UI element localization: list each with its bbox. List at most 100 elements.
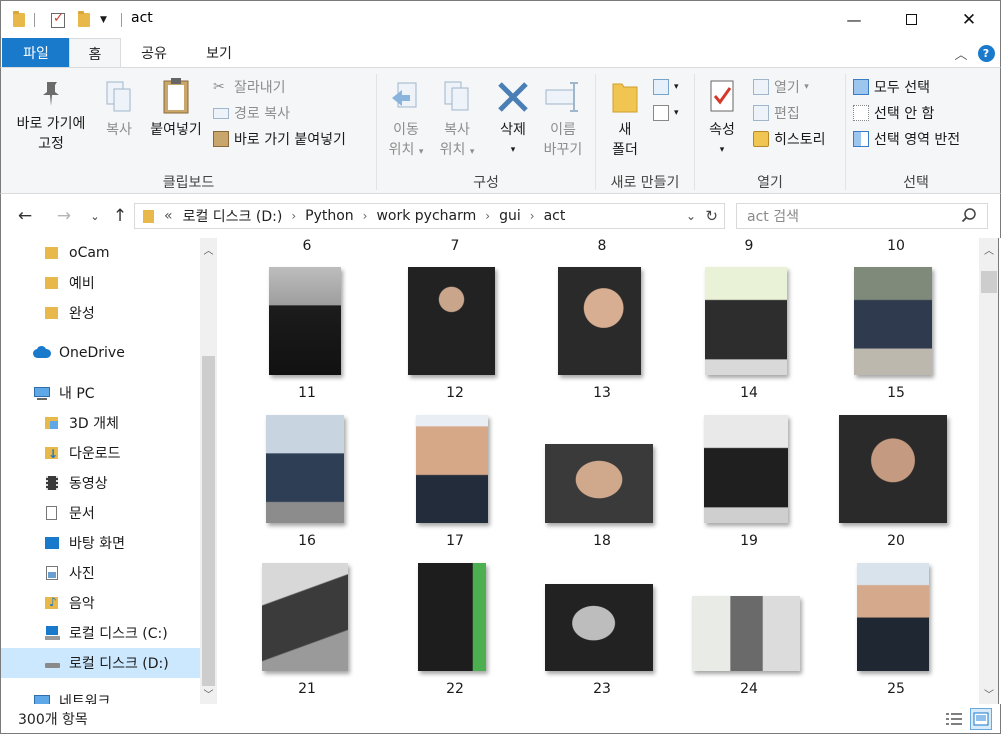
delete-button[interactable]: 삭제 ▾ xyxy=(491,80,535,160)
sidebar-item-onedrive[interactable]: OneDrive xyxy=(1,338,200,368)
forward-arrow-icon[interactable]: → xyxy=(52,204,76,228)
file-name[interactable]: 17 xyxy=(405,533,505,549)
file-name[interactable]: 19 xyxy=(699,533,799,549)
close-icon[interactable]: ✕ xyxy=(946,1,992,38)
open-button[interactable]: 열기 ▾ xyxy=(753,76,809,98)
image-thumbnail[interactable] xyxy=(857,563,929,671)
address-bar[interactable]: « 로컬 디스크 (D:) › Python › work pycharm › … xyxy=(134,203,725,229)
image-thumbnail[interactable] xyxy=(705,267,787,375)
chevron-right-icon[interactable]: › xyxy=(363,209,368,223)
sidebar-scrollbar[interactable]: ︿ ﹀ xyxy=(200,238,217,704)
search-input[interactable]: act 검색 xyxy=(736,203,988,229)
sidebar-item-pictures[interactable]: 사진 xyxy=(1,558,200,588)
breadcrumb-item[interactable]: work pycharm xyxy=(376,208,476,224)
sidebar-item-downloads[interactable]: ↓ 다운로드 xyxy=(1,438,200,468)
pin-quick-access-button[interactable]: 바로 가기에 고정 xyxy=(7,80,95,154)
file-name[interactable]: 13 xyxy=(552,385,652,401)
sidebar-item-documents[interactable]: 문서 xyxy=(1,498,200,528)
sidebar-item-network[interactable]: 네트워크 xyxy=(1,686,200,704)
file-name[interactable]: 14 xyxy=(699,385,799,401)
invert-selection-button[interactable]: 선택 영역 반전 xyxy=(853,128,960,150)
image-thumbnail[interactable] xyxy=(854,267,932,375)
file-name[interactable]: 12 xyxy=(405,385,505,401)
image-thumbnail[interactable] xyxy=(416,415,488,523)
file-name[interactable]: 16 xyxy=(257,533,357,549)
sidebar-item-desktop[interactable]: 바탕 화면 xyxy=(1,528,200,558)
minimize-icon[interactable]: — xyxy=(831,1,877,38)
image-thumbnail[interactable] xyxy=(692,596,800,671)
file-name[interactable]: 24 xyxy=(699,681,799,697)
sidebar-item-this-pc[interactable]: 내 PC xyxy=(1,378,200,408)
tab-file[interactable]: 파일 xyxy=(2,38,70,67)
file-name[interactable]: 25 xyxy=(846,681,946,697)
properties-quick-icon[interactable] xyxy=(51,10,65,30)
file-name[interactable]: 10 xyxy=(846,238,946,254)
select-none-button[interactable]: 선택 안 함 xyxy=(853,102,934,124)
image-thumbnail[interactable] xyxy=(408,267,495,375)
rename-button[interactable]: 이름 바꾸기 xyxy=(538,80,588,160)
file-name[interactable]: 9 xyxy=(699,238,799,254)
breadcrumb-item[interactable]: Python xyxy=(305,208,354,224)
tab-share[interactable]: 공유 xyxy=(126,38,182,67)
history-button[interactable]: 히스토리 xyxy=(753,128,826,150)
scroll-up-icon[interactable]: ︿ xyxy=(979,240,999,258)
file-view-scroll-thumb[interactable] xyxy=(981,271,997,293)
up-arrow-icon[interactable]: ↑ xyxy=(108,204,132,228)
collapse-ribbon-icon[interactable]: ︿ xyxy=(951,43,971,63)
copy-path-button[interactable]: 경로 복사 xyxy=(213,102,290,124)
address-overflow[interactable]: « xyxy=(164,208,173,224)
file-name[interactable]: 18 xyxy=(552,533,652,549)
large-icons-view-icon[interactable] xyxy=(970,708,992,730)
maximize-icon[interactable] xyxy=(888,1,934,38)
image-thumbnail[interactable] xyxy=(545,444,653,523)
back-arrow-icon[interactable]: ← xyxy=(13,204,37,228)
sidebar-item-3d-objects[interactable]: 3D 개체 xyxy=(1,408,200,438)
scroll-up-icon[interactable]: ︿ xyxy=(200,240,217,258)
file-name[interactable]: 11 xyxy=(257,385,357,401)
paste-button[interactable]: 붙여넣기 xyxy=(144,76,208,140)
customize-quick-access-icon[interactable]: ▼ xyxy=(100,10,107,30)
sidebar-scroll-thumb[interactable] xyxy=(202,356,215,686)
breadcrumb-item[interactable]: 로컬 디스크 (D:) xyxy=(183,206,283,226)
new-folder-button[interactable]: 새 폴더 xyxy=(603,76,647,160)
image-thumbnail[interactable] xyxy=(262,563,348,671)
scroll-down-icon[interactable]: ﹀ xyxy=(200,684,217,702)
breadcrumb-item[interactable]: act xyxy=(544,208,566,224)
edit-button[interactable]: 편집 xyxy=(753,102,800,124)
sidebar-item-yebi[interactable]: 예비 xyxy=(1,268,200,298)
image-thumbnail[interactable] xyxy=(269,267,341,375)
sidebar-item-music[interactable]: ♪ 음악 xyxy=(1,588,200,618)
image-thumbnail[interactable] xyxy=(266,415,344,523)
file-view-scrollbar[interactable]: ︿ ﹀ xyxy=(979,238,999,704)
easy-access-button[interactable]: ▾ xyxy=(653,102,679,124)
move-to-button[interactable]: 이동 위치 ▾ xyxy=(382,80,430,162)
image-thumbnail[interactable] xyxy=(704,415,788,523)
image-thumbnail[interactable] xyxy=(545,584,653,671)
image-thumbnail[interactable] xyxy=(839,415,947,523)
delete-dropdown-icon[interactable]: ▾ xyxy=(491,140,535,160)
sidebar-item-ocam[interactable]: oCam xyxy=(1,238,200,268)
file-name[interactable]: 22 xyxy=(405,681,505,697)
copy-to-button[interactable]: 복사 위치 ▾ xyxy=(433,80,481,162)
select-all-button[interactable]: 모두 선택 xyxy=(853,76,930,98)
file-name[interactable]: 7 xyxy=(405,238,505,254)
file-name[interactable]: 15 xyxy=(846,385,946,401)
paste-shortcut-button[interactable]: 바로 가기 붙여넣기 xyxy=(213,128,346,150)
file-name[interactable]: 20 xyxy=(846,533,946,549)
file-name[interactable]: 6 xyxy=(257,238,357,254)
chevron-right-icon[interactable]: › xyxy=(485,209,490,223)
sidebar-item-local-disk-d[interactable]: 로컬 디스크 (D:) xyxy=(1,648,200,678)
chevron-right-icon[interactable]: › xyxy=(530,209,535,223)
recent-locations-icon[interactable]: ⌄ xyxy=(83,204,107,228)
address-dropdown-icon[interactable]: ⌄ xyxy=(686,209,696,223)
chevron-right-icon[interactable]: › xyxy=(291,209,296,223)
image-thumbnail[interactable] xyxy=(558,267,641,375)
refresh-icon[interactable]: ↻ xyxy=(705,207,718,225)
details-view-icon[interactable] xyxy=(943,708,965,730)
file-name[interactable]: 8 xyxy=(552,238,652,254)
file-name[interactable]: 23 xyxy=(552,681,652,697)
properties-dropdown-icon[interactable]: ▾ xyxy=(700,140,744,160)
properties-button[interactable]: 속성 ▾ xyxy=(700,76,744,160)
scroll-down-icon[interactable]: ﹀ xyxy=(979,684,999,702)
sidebar-item-local-disk-c[interactable]: 로컬 디스크 (C:) xyxy=(1,618,200,648)
